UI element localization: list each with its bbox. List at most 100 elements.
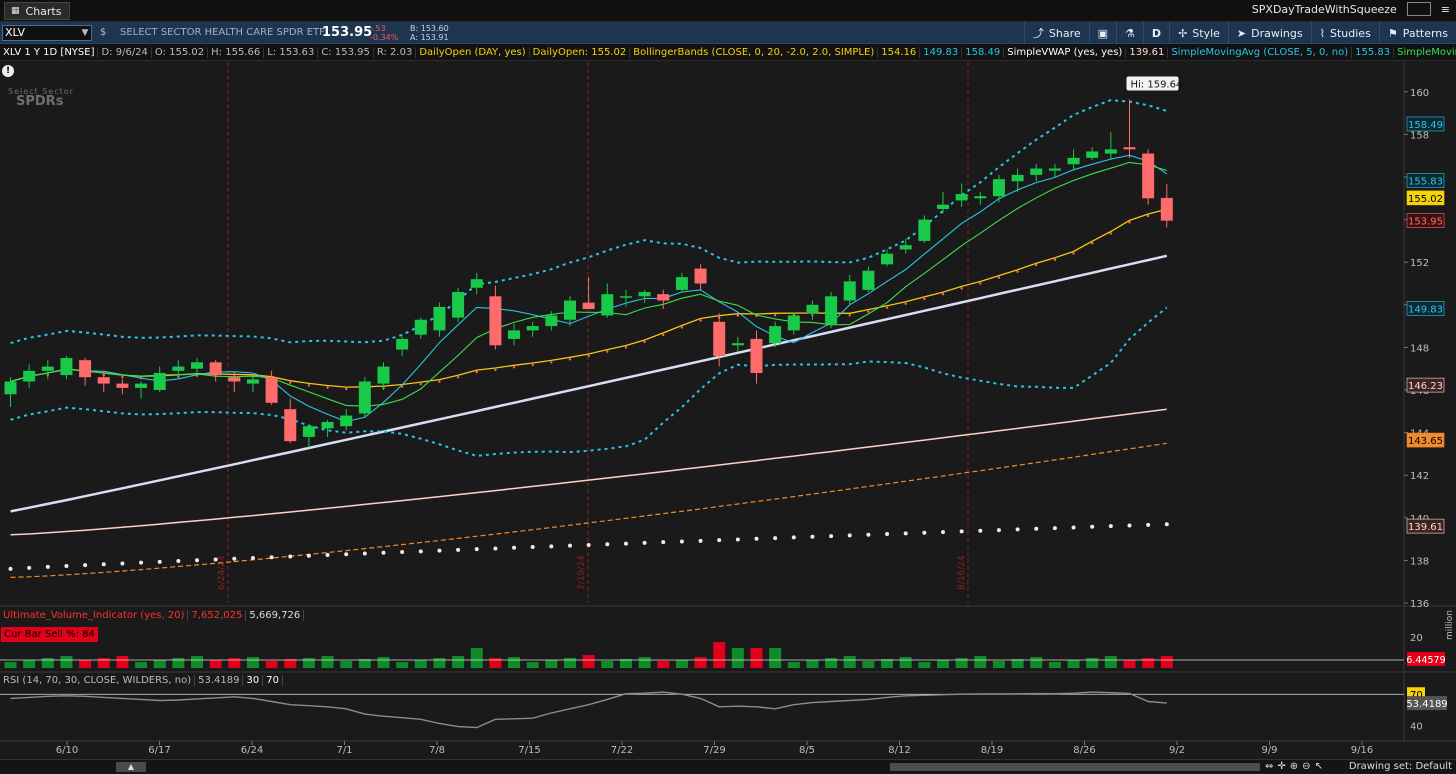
vwap-dot: [437, 548, 442, 553]
candle-body[interactable]: [1142, 153, 1155, 199]
candle-body[interactable]: [1067, 157, 1080, 165]
zoom-in-icon[interactable]: ⊕: [1290, 760, 1298, 774]
candle-body[interactable]: [4, 381, 17, 395]
candle-body[interactable]: [153, 372, 166, 391]
candle-body[interactable]: [825, 296, 838, 324]
candle-body[interactable]: [172, 366, 185, 371]
candle-body[interactable]: [582, 302, 595, 310]
candle-body[interactable]: [396, 338, 409, 350]
candle-body[interactable]: [1086, 151, 1099, 158]
candle-body[interactable]: [843, 281, 856, 301]
symbol-link-icon[interactable]: $: [100, 22, 106, 44]
candle-body[interactable]: [209, 362, 222, 376]
candle-body[interactable]: [97, 377, 110, 384]
drawing-set-label[interactable]: Drawing set: Default: [1349, 760, 1452, 774]
candle-body[interactable]: [526, 326, 539, 331]
studies-button[interactable]: ⌇ Studies: [1310, 22, 1379, 44]
candle-body[interactable]: [694, 268, 707, 284]
candle-body[interactable]: [881, 253, 894, 265]
candle-body[interactable]: [1104, 149, 1117, 154]
candle-body[interactable]: [246, 379, 259, 384]
candle-body[interactable]: [358, 381, 371, 414]
candle-body[interactable]: [1123, 147, 1136, 150]
menu-icon[interactable]: ≡: [1441, 3, 1450, 16]
candle-body[interactable]: [937, 204, 949, 209]
price-chart[interactable]: 1601581561541521501481461441421401381366…: [0, 61, 1456, 773]
candle-body[interactable]: [452, 292, 465, 318]
candle-body[interactable]: [918, 219, 931, 241]
candle-body[interactable]: [731, 343, 744, 346]
candle-body[interactable]: [265, 377, 278, 403]
candle-body[interactable]: [1011, 174, 1024, 182]
candle-body[interactable]: [862, 270, 875, 290]
flask-button[interactable]: ⚗: [1116, 22, 1143, 44]
price-pane[interactable]: [0, 61, 1404, 606]
candle-body[interactable]: [787, 315, 800, 331]
alert-icon[interactable]: !: [2, 65, 14, 77]
candle-body[interactable]: [619, 296, 632, 298]
candle-body[interactable]: [489, 296, 502, 346]
crosshair-icon[interactable]: ✛: [1277, 760, 1285, 774]
candle-body[interactable]: [228, 377, 241, 382]
candle-body[interactable]: [638, 292, 651, 297]
candle-body[interactable]: [23, 370, 36, 382]
candle-body[interactable]: [657, 294, 670, 301]
candle-body[interactable]: [974, 196, 987, 199]
pan-icon[interactable]: ⇔: [1265, 760, 1273, 774]
candle-body[interactable]: [41, 366, 54, 371]
volume-study-name[interactable]: Ultimate_Volume_Indicator (yes, 20): [0, 610, 189, 621]
share-button[interactable]: ⤴ Share: [1023, 22, 1089, 44]
candle-body[interactable]: [433, 306, 446, 331]
horizontal-scrollbar[interactable]: [890, 763, 1260, 771]
charts-tab[interactable]: ▦ Charts: [4, 2, 71, 20]
candle-body[interactable]: [806, 304, 819, 314]
study-sma5[interactable]: SimpleMovingAvg (CLOSE, 5, 0, no): [1168, 47, 1353, 58]
arrow-icon[interactable]: ↖: [1315, 760, 1323, 774]
screenshot-button[interactable]: ▣: [1088, 22, 1116, 44]
candle-body[interactable]: [60, 358, 73, 376]
zoom-out-icon[interactable]: ⊖: [1302, 760, 1310, 774]
candle-body[interactable]: [769, 326, 782, 344]
symbol-dropdown-icon[interactable]: ▼: [78, 25, 92, 41]
candle-body[interactable]: [79, 360, 92, 378]
expand-tab[interactable]: ▲: [116, 762, 146, 772]
candle-body[interactable]: [508, 330, 521, 339]
candle-body[interactable]: [135, 383, 148, 388]
study-bollinger[interactable]: BollingerBands (CLOSE, 0, 20, -2.0, 2.0,…: [630, 47, 879, 58]
study-sma8[interactable]: SimpleMovingAvg (CLOSE, 8, 0,...: [1394, 47, 1456, 58]
style-button[interactable]: ✢ Style: [1169, 22, 1228, 44]
volume-bars[interactable]: [4, 642, 1173, 668]
candle-body[interactable]: [302, 426, 315, 437]
candle-body[interactable]: [284, 409, 297, 442]
candle-body[interactable]: [713, 321, 726, 356]
study-vwap[interactable]: SimpleVWAP (yes, yes): [1004, 47, 1127, 58]
candle-body[interactable]: [955, 194, 968, 201]
candle-body[interactable]: [1160, 197, 1173, 221]
study-set-box[interactable]: [1406, 2, 1431, 16]
candle-body[interactable]: [340, 415, 353, 427]
candle-body[interactable]: [545, 315, 558, 327]
rsi-line[interactable]: [10, 691, 1167, 729]
chart-symbol-info[interactable]: XLV 1 Y 1D [NYSE]: [0, 47, 99, 58]
candle-body[interactable]: [470, 279, 483, 288]
candle-body[interactable]: [675, 277, 688, 290]
candle-body[interactable]: [321, 421, 334, 429]
candle-body[interactable]: [414, 319, 427, 335]
candle-body[interactable]: [377, 366, 390, 384]
candle-body[interactable]: [750, 338, 763, 373]
rsi-study-name[interactable]: RSI (14, 70, 30, CLOSE, WILDERS, no): [0, 675, 196, 686]
candle-body[interactable]: [1048, 168, 1061, 171]
candle-body[interactable]: [191, 362, 203, 369]
candle-body[interactable]: [1030, 168, 1043, 175]
candle-body[interactable]: [564, 300, 576, 320]
patterns-button[interactable]: ⚑ Patterns: [1378, 22, 1456, 44]
candle-body[interactable]: [601, 294, 614, 316]
period-button[interactable]: D: [1142, 22, 1169, 44]
candle-body[interactable]: [116, 383, 129, 388]
period-marker-label: 7/19/24: [577, 555, 587, 590]
candle-body[interactable]: [899, 245, 912, 250]
study-set-name[interactable]: SPXDayTradeWithSqueeze: [1252, 3, 1397, 16]
study-dailyopen[interactable]: DailyOpen (DAY, yes): [416, 47, 530, 58]
drawings-button[interactable]: ➤ Drawings: [1227, 22, 1311, 44]
candle-body[interactable]: [992, 179, 1005, 197]
